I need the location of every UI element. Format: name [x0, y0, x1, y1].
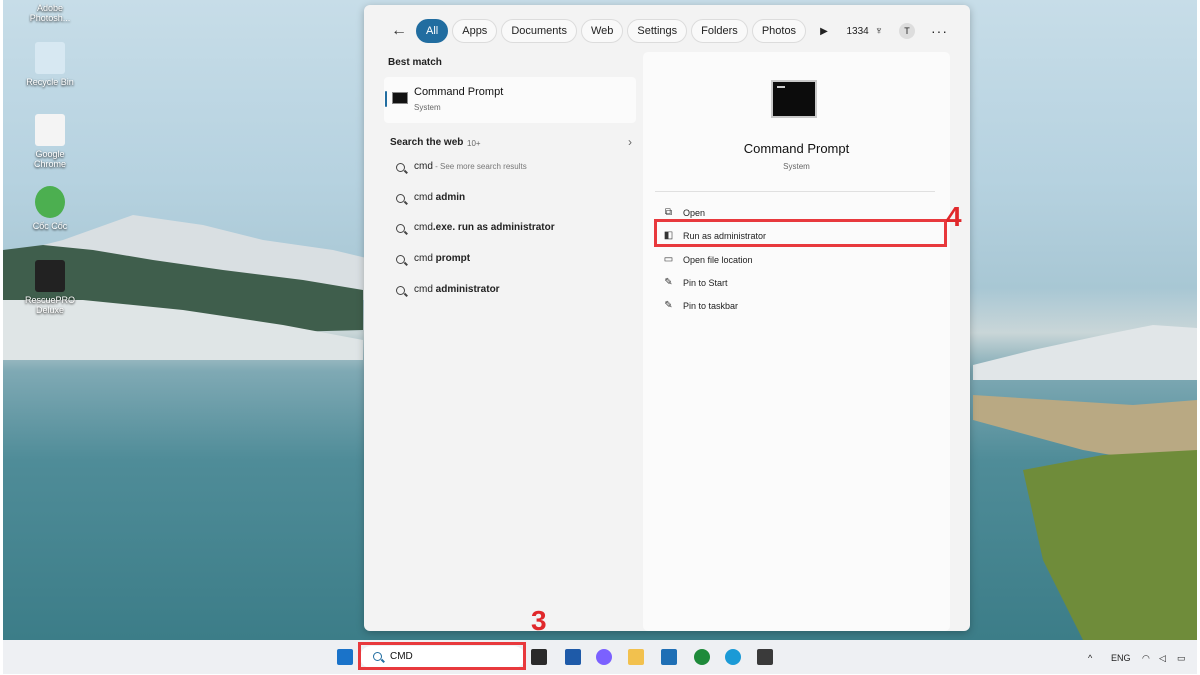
folder-icon: ▭	[663, 254, 674, 265]
action-label: Pin to Start	[683, 278, 728, 288]
open-external-icon: ⧉	[664, 207, 673, 218]
chevron-right-icon[interactable]: ›	[628, 135, 632, 149]
screenshot-frame: Adobe Photosh... Recycle Bin Google Chro…	[0, 0, 1200, 675]
search-the-web-heading: Search the web	[390, 137, 464, 148]
filter-chip-folders[interactable]: Folders	[691, 19, 748, 43]
app-icon-2[interactable]	[757, 649, 773, 665]
action-pin-to-start[interactable]: ✎ Pin to Start	[656, 273, 936, 293]
filter-chip-all[interactable]: All	[416, 19, 449, 43]
best-match-subtitle: System	[414, 103, 441, 112]
desktop-icon-chrome[interactable]: Google Chrome	[20, 114, 80, 169]
account-bar: 1334 ♆ T ···	[847, 23, 949, 39]
best-match-result[interactable]: Command Prompt System	[384, 77, 636, 123]
rewards-points[interactable]: 1334	[847, 26, 869, 37]
web-suggestion-text: cmd admin	[414, 191, 466, 203]
web-suggestion[interactable]: cmd administrator	[384, 277, 636, 308]
web-suggestion[interactable]: cmd.exe. run as administrator	[384, 215, 636, 246]
action-open-file-location[interactable]: ▭ Open file location	[656, 250, 936, 270]
search-the-web-header[interactable]: Search the web 10+ ›	[384, 134, 636, 154]
trophy-icon[interactable]: ♆	[875, 25, 883, 37]
web-suggestion[interactable]: cmd prompt	[384, 246, 636, 277]
search-filter-bar: ← All Apps Documents Web Settings Folder…	[388, 19, 828, 43]
highlight-box-search	[358, 642, 526, 670]
highlight-box-run-as-admin	[654, 219, 947, 247]
command-prompt-large-icon	[771, 80, 817, 118]
web-suggestion[interactable]: cmd admin	[384, 185, 636, 216]
chrome-shortcut-icon	[35, 114, 65, 146]
more-options-icon[interactable]: ···	[931, 23, 948, 39]
xbox-icon[interactable]	[694, 649, 710, 665]
filter-chip-documents[interactable]: Documents	[501, 19, 577, 43]
filter-chip-settings[interactable]: Settings	[627, 19, 688, 43]
battery-icon[interactable]: ▭	[1177, 653, 1186, 664]
pin-icon: ✎	[664, 277, 673, 288]
web-results-count: 10+	[467, 139, 481, 148]
action-label: Pin to taskbar	[683, 301, 739, 311]
search-icon	[396, 285, 405, 295]
details-title: Command Prompt	[743, 141, 850, 156]
action-label: Open	[683, 208, 706, 218]
windows-start-icon[interactable]	[337, 649, 353, 665]
desktop-icon-label: Cốc Cốc	[32, 221, 68, 231]
tray-overflow-chevron[interactable]: ^	[1088, 653, 1092, 663]
copilot-icon[interactable]	[596, 649, 612, 665]
desktop-icon-label: Adobe Photosh...	[29, 3, 71, 23]
desktop-icon-label: Google Chrome	[33, 149, 66, 169]
volume-icon[interactable]: ◁	[1159, 653, 1166, 664]
coccoc-icon	[35, 186, 65, 218]
start-search-panel: ← All Apps Documents Web Settings Folder…	[364, 5, 970, 631]
web-suggestion-text: cmd.exe. run as administrator	[414, 222, 555, 234]
wifi-icon[interactable]: ◠	[1142, 653, 1150, 664]
command-prompt-icon	[392, 92, 408, 104]
file-explorer-icon[interactable]	[628, 649, 644, 665]
web-suggestion[interactable]: cmd - See more search results	[384, 154, 636, 185]
details-subtitle: System	[783, 162, 810, 171]
filter-chip-web[interactable]: Web	[580, 19, 624, 43]
results-list: Best match Command Prompt System Search …	[384, 57, 636, 307]
search-icon	[396, 224, 405, 234]
step-number-3: 3	[531, 605, 547, 636]
back-arrow-icon[interactable]: ←	[388, 22, 410, 40]
desktop-icon-coccoc[interactable]: Cốc Cốc	[20, 186, 80, 231]
desktop-icon-label: RescuePRO Deluxe	[24, 295, 76, 315]
search-icon	[396, 255, 405, 265]
web-suggestion-text: cmd prompt	[414, 253, 471, 265]
result-details-pane: Command Prompt System ⧉ Open ◧ Run as ad…	[643, 52, 950, 631]
recycle-bin-icon	[35, 42, 65, 74]
app-icon[interactable]	[565, 649, 581, 665]
rescuepro-icon	[35, 260, 65, 292]
desktop-icon-recycle-bin[interactable]: Recycle Bin	[20, 42, 80, 87]
edge-icon[interactable]	[725, 649, 741, 665]
more-filters-play-icon[interactable]: ▶	[820, 26, 828, 37]
search-icon	[396, 163, 405, 172]
avatar[interactable]: T	[899, 23, 915, 39]
best-match-title: Command Prompt	[414, 86, 504, 98]
filter-chip-apps[interactable]: Apps	[452, 19, 498, 43]
action-label: Open file location	[683, 255, 753, 265]
store-icon[interactable]	[661, 649, 677, 665]
divider	[655, 191, 935, 192]
terminal-icon[interactable]	[531, 649, 547, 665]
action-pin-to-taskbar[interactable]: ✎ Pin to taskbar	[656, 296, 936, 316]
desktop-icon-rescuepro[interactable]: RescuePRO Deluxe	[20, 260, 80, 315]
desktop-icon-photoshop[interactable]: Adobe Photosh...	[20, 0, 80, 23]
web-suggestion-text: cmd - See more search results	[414, 161, 527, 172]
web-suggestion-text: cmd administrator	[414, 283, 500, 295]
pin-icon: ✎	[664, 300, 673, 311]
filter-chip-photos[interactable]: Photos	[751, 19, 807, 43]
desktop-icon-label: Recycle Bin	[26, 77, 74, 87]
step-number-4: 4	[946, 201, 962, 232]
selection-indicator	[385, 91, 387, 107]
best-match-heading: Best match	[388, 57, 442, 68]
language-indicator[interactable]: ENG	[1111, 653, 1131, 663]
search-icon	[396, 193, 405, 203]
